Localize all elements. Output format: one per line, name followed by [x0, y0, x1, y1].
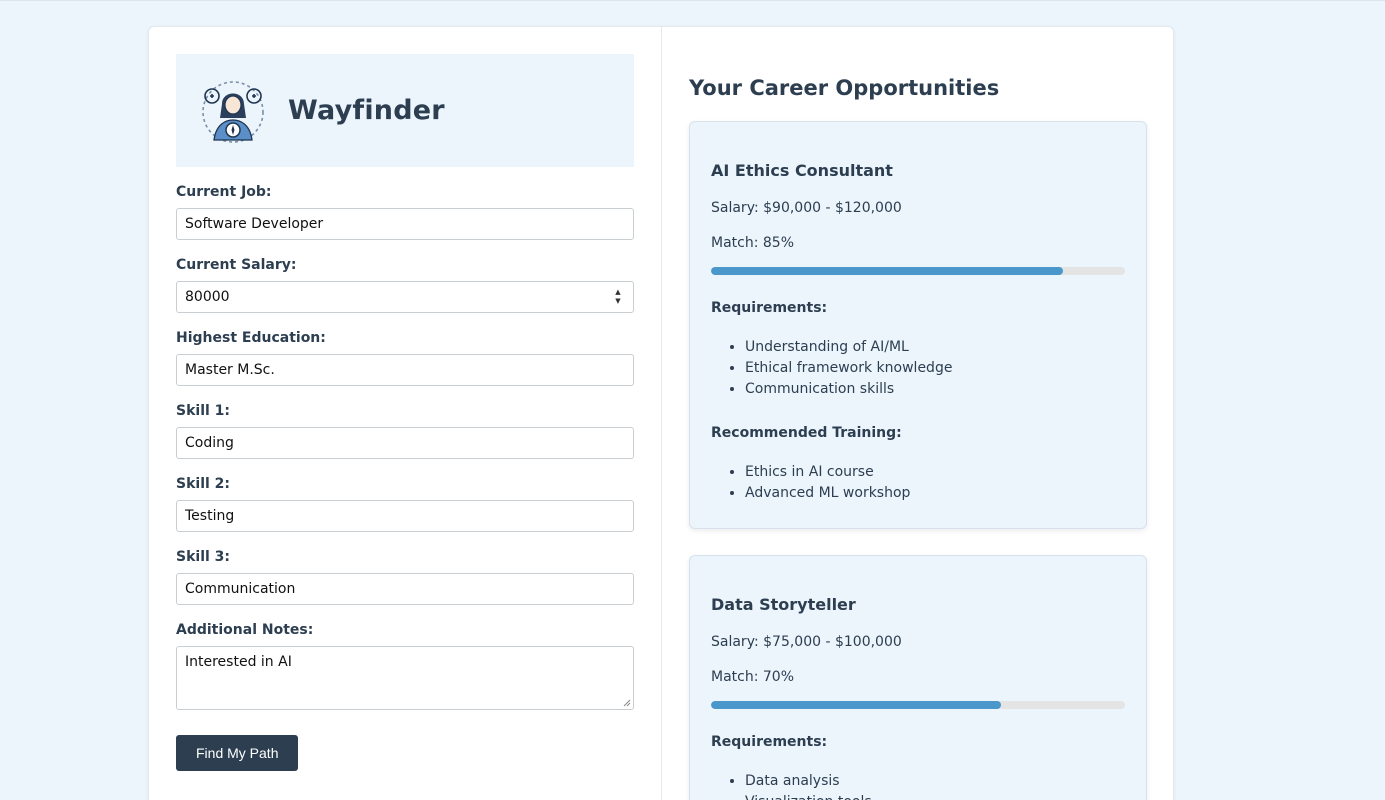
- notes-textarea[interactable]: Interested in AI: [176, 646, 634, 710]
- app-title: Wayfinder: [288, 95, 445, 126]
- training-heading: Recommended Training:: [711, 425, 902, 441]
- requirements-list: Data analysis Visualization tools: [711, 771, 1125, 800]
- notes-label: Additional Notes:: [176, 622, 314, 638]
- career-match: Match: 85%: [711, 235, 795, 251]
- match-progress-bar: [711, 267, 1125, 275]
- main-container: Wayfinder Current Job: Software Develope…: [148, 26, 1174, 800]
- current-job-input[interactable]: Software Developer: [176, 208, 634, 240]
- career-form-panel: Wayfinder Current Job: Software Develope…: [149, 27, 662, 800]
- current-job-label: Current Job:: [176, 184, 272, 200]
- education-input[interactable]: Master M.Sc.: [176, 354, 634, 386]
- results-heading: Your Career Opportunities: [689, 76, 1000, 100]
- requirements-list: Understanding of AI/ML Ethical framework…: [711, 337, 1125, 400]
- current-salary-value: 80000: [185, 289, 230, 305]
- skill-3-input[interactable]: Communication: [176, 573, 634, 605]
- career-title: Data Storyteller: [711, 595, 856, 614]
- list-item: Ethics in AI course: [745, 462, 1125, 483]
- career-card: AI Ethics Consultant Salary: $90,000 - $…: [689, 121, 1147, 529]
- career-salary: Salary: $90,000 - $120,000: [711, 200, 902, 216]
- stepper-up-icon[interactable]: ▲: [615, 288, 620, 297]
- resize-handle-icon[interactable]: [623, 699, 631, 707]
- career-match: Match: 70%: [711, 669, 795, 685]
- skill-2-label: Skill 2:: [176, 476, 231, 492]
- salary-stepper[interactable]: ▲ ▼: [612, 287, 624, 307]
- stepper-down-icon[interactable]: ▼: [615, 297, 620, 306]
- list-item: Ethical framework knowledge: [745, 358, 1125, 379]
- advisor-logo-icon: [202, 80, 264, 143]
- results-panel: Your Career Opportunities AI Ethics Cons…: [662, 27, 1173, 800]
- current-salary-label: Current Salary:: [176, 257, 297, 273]
- career-card: Data Storyteller Salary: $75,000 - $100,…: [689, 555, 1147, 800]
- find-my-path-button[interactable]: Find My Path: [176, 735, 299, 771]
- current-salary-input[interactable]: 80000 ▲ ▼: [176, 281, 634, 313]
- training-list: Ethics in AI course Advanced ML workshop: [711, 462, 1125, 504]
- list-item: Visualization tools: [745, 792, 1125, 800]
- list-item: Understanding of AI/ML: [745, 337, 1125, 358]
- list-item: Data analysis: [745, 771, 1125, 792]
- skill-2-input[interactable]: Testing: [176, 500, 634, 532]
- skill-1-label: Skill 1:: [176, 403, 231, 419]
- notes-value: Interested in AI: [185, 654, 292, 670]
- match-progress-fill: [711, 701, 1001, 709]
- requirements-heading: Requirements:: [711, 734, 828, 750]
- career-title: AI Ethics Consultant: [711, 161, 893, 180]
- career-salary: Salary: $75,000 - $100,000: [711, 634, 902, 650]
- brand-header: Wayfinder: [176, 54, 634, 167]
- list-item: Communication skills: [745, 379, 1125, 400]
- match-progress-fill: [711, 267, 1063, 275]
- skill-3-label: Skill 3:: [176, 549, 231, 565]
- top-border: [0, 0, 1385, 1]
- match-progress-bar: [711, 701, 1125, 709]
- skill-1-input[interactable]: Coding: [176, 427, 634, 459]
- requirements-heading: Requirements:: [711, 300, 828, 316]
- list-item: Advanced ML workshop: [745, 483, 1125, 504]
- education-label: Highest Education:: [176, 330, 326, 346]
